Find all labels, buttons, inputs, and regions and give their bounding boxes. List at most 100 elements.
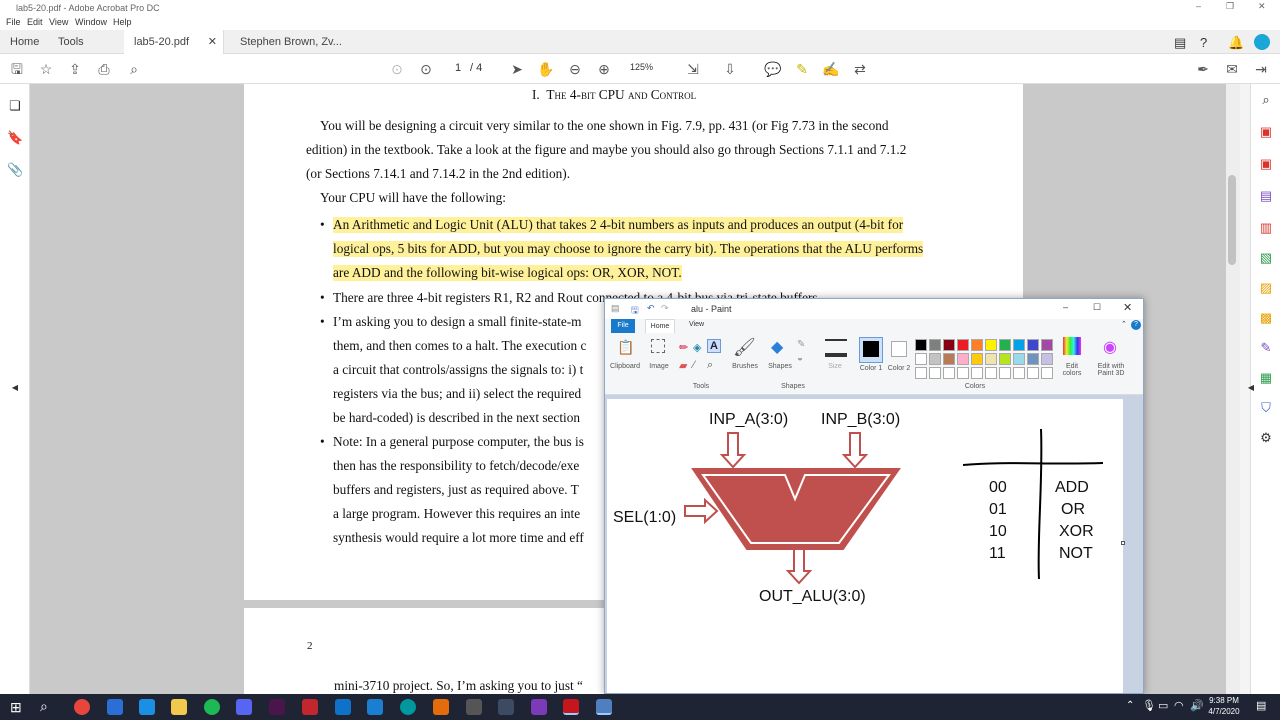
color-picker-icon[interactable]: ⁄ [693, 359, 695, 371]
palette-swatch[interactable] [957, 353, 969, 365]
create-pdf-icon[interactable]: ▣ [1258, 156, 1274, 172]
palette-swatch[interactable] [1041, 339, 1053, 351]
highlight-icon[interactable]: ✎ [793, 60, 811, 78]
pencil-icon[interactable]: ✏ [679, 341, 688, 354]
palette-swatch[interactable] [985, 339, 997, 351]
collapse-left-icon[interactable]: ◀ [7, 380, 23, 396]
chrome-icon[interactable] [74, 699, 90, 715]
select-cursor-icon[interactable]: ➤ [508, 60, 526, 78]
fill-sign-icon[interactable]: ✎ [1258, 340, 1274, 356]
clock-date[interactable]: 4/7/2020 [1206, 707, 1242, 716]
menu-file[interactable]: File [6, 17, 21, 27]
palette-custom-swatch[interactable] [1013, 367, 1025, 379]
start-windows-icon[interactable]: ⊞ [10, 699, 22, 716]
more-tools-icon[interactable]: ⇄ [851, 60, 869, 78]
clock-time[interactable]: 9:38 PM [1208, 696, 1240, 705]
palette-swatch[interactable] [929, 339, 941, 351]
menu-edit[interactable]: Edit [27, 17, 43, 27]
palette-swatch[interactable] [1027, 353, 1039, 365]
menu-help[interactable]: Help [113, 17, 132, 27]
terminal-icon[interactable] [466, 699, 482, 715]
slack-icon[interactable] [269, 699, 285, 715]
palette-swatch[interactable] [1013, 353, 1025, 365]
comment-tool-icon[interactable]: ▩ [1258, 310, 1274, 326]
redo-icon[interactable]: ↷ [661, 303, 669, 314]
paint-tab-view[interactable]: View [689, 321, 704, 328]
fill-style-icon[interactable]: ◒ [797, 353, 803, 364]
magnifier-icon[interactable]: ⌕ [707, 359, 713, 372]
palette-custom-swatch[interactable] [943, 367, 955, 379]
palette-custom-swatch[interactable] [985, 367, 997, 379]
print-icon[interactable]: ⎙ [95, 60, 113, 78]
bookmarks-panel-icon[interactable]: 🔖 [7, 130, 23, 146]
combine-icon[interactable]: ▥ [1258, 220, 1274, 236]
protect-icon[interactable]: ⛉ [1258, 400, 1274, 416]
outline-icon[interactable]: ✎ [797, 339, 805, 350]
palette-custom-swatch[interactable] [971, 367, 983, 379]
bookmark-star-icon[interactable]: ☆ [37, 60, 55, 78]
color2-swatch[interactable] [891, 341, 907, 357]
clipboard-icon[interactable]: 📋 [617, 339, 634, 356]
vscode-icon[interactable] [335, 699, 351, 715]
palette-custom-swatch[interactable] [957, 367, 969, 379]
text-tool-icon[interactable]: A [707, 339, 721, 353]
email-icon[interactable]: ✉ [1223, 60, 1241, 78]
palette-custom-swatch[interactable] [999, 367, 1011, 379]
matlab-icon[interactable] [302, 699, 318, 715]
zoom-search-icon[interactable]: ⌕ [125, 60, 143, 78]
palette-swatch[interactable] [943, 339, 955, 351]
page-current-field[interactable]: 1 [448, 62, 468, 74]
export-pdf-icon[interactable]: ▣ [1258, 124, 1274, 140]
restore-icon[interactable]: ❐ [1226, 1, 1234, 12]
eraser-icon[interactable]: ▰ [679, 359, 687, 372]
paint-help-icon[interactable]: ? [1131, 320, 1141, 330]
next-page-icon[interactable]: ⊙ [417, 60, 435, 78]
cmd-icon[interactable] [498, 699, 514, 715]
scrollbar-thumb[interactable] [1228, 175, 1236, 265]
acrobat-taskbar-icon[interactable] [563, 699, 579, 715]
tray-chevron-icon[interactable]: ⌃ [1126, 700, 1134, 711]
palette-swatch[interactable] [929, 353, 941, 365]
paint-maximize-icon[interactable]: ☐ [1093, 302, 1101, 313]
color-palette[interactable] [915, 339, 1055, 379]
zoom-in-icon[interactable]: ⊕ [595, 60, 613, 78]
paint-tab-home[interactable]: Home [645, 319, 675, 333]
search-icon[interactable]: ⌕ [1258, 92, 1274, 108]
draw-icon[interactable]: ✍ [822, 60, 840, 78]
tab-home[interactable]: Home [0, 30, 49, 54]
share-icon[interactable]: ⇥ [1252, 60, 1270, 78]
edit-pdf-icon[interactable]: ▤ [1258, 188, 1274, 204]
paint-minimize-icon[interactable]: – [1063, 302, 1068, 312]
palette-custom-swatch[interactable] [1041, 367, 1053, 379]
eclipse-icon[interactable] [433, 699, 449, 715]
taskbar-search-icon[interactable]: ⌕ [40, 698, 48, 715]
messenger-icon[interactable] [107, 699, 123, 715]
paint-taskbar-icon[interactable] [596, 699, 612, 715]
comment-icon[interactable]: 💬 [764, 60, 782, 78]
discord-icon[interactable] [236, 699, 252, 715]
palette-swatch[interactable] [915, 353, 927, 365]
size-icon[interactable] [825, 339, 847, 357]
zoom-out-icon[interactable]: ⊖ [566, 60, 584, 78]
ribbon-collapse-icon[interactable]: ⌃ [1121, 320, 1127, 328]
palette-custom-swatch[interactable] [915, 367, 927, 379]
attachments-icon[interactable]: 📎 [7, 162, 23, 178]
brushes-icon[interactable]: 🖌 [733, 337, 756, 358]
paint-canvas[interactable]: INP_A(3:0) INP_B(3:0) SEL(1:0) OUT_ALU(3… [607, 399, 1123, 693]
chat-icon[interactable]: ▤ [1174, 35, 1186, 51]
tab-tools[interactable]: Tools [48, 30, 94, 54]
battery-icon[interactable]: ▭ [1158, 699, 1168, 712]
more-tools-gear-icon[interactable]: ⚙ [1258, 430, 1274, 446]
paint3d-icon[interactable]: ◉ [1103, 337, 1117, 357]
close-icon[interactable]: ✕ [1258, 1, 1266, 12]
hand-icon[interactable]: ✋ [537, 60, 555, 78]
quick-save-icon[interactable]: 🖫 [631, 303, 639, 319]
palette-swatch[interactable] [999, 353, 1011, 365]
page-fit-icon[interactable]: ⇲ [684, 60, 702, 78]
palette-custom-swatch[interactable] [929, 367, 941, 379]
shapes-icon[interactable]: ◆ [771, 337, 783, 357]
close-tab-icon[interactable]: ✕ [208, 30, 217, 54]
palette-swatch[interactable] [971, 353, 983, 365]
canvas-resize-handle[interactable] [1121, 541, 1125, 545]
scroll-mode-icon[interactable]: ⇩ [721, 60, 739, 78]
